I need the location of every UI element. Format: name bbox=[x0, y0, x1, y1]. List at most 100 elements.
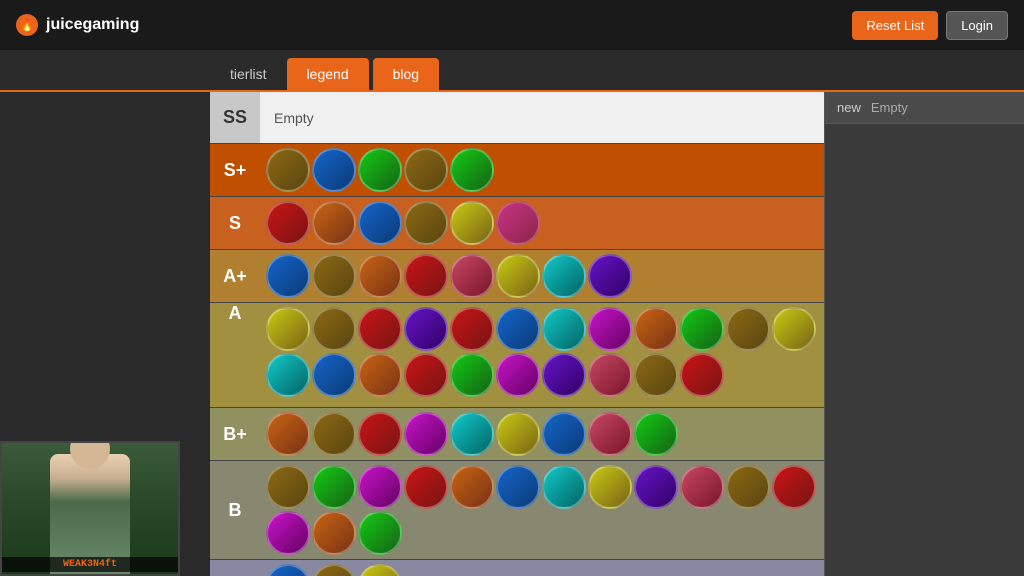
avatar bbox=[542, 254, 586, 298]
avatar bbox=[358, 564, 402, 576]
avatar bbox=[266, 353, 310, 397]
tier-content-s[interactable] bbox=[260, 197, 824, 249]
header: 🔥 juicegaming Reset List Login bbox=[0, 0, 1024, 50]
avatar bbox=[266, 511, 310, 555]
tier-row-ss: SS Empty bbox=[210, 92, 824, 144]
avatar bbox=[404, 148, 448, 192]
avatar bbox=[680, 353, 724, 397]
avatar bbox=[450, 353, 494, 397]
avatar bbox=[358, 511, 402, 555]
avatar bbox=[588, 353, 632, 397]
avatar bbox=[358, 465, 402, 509]
avatar bbox=[266, 564, 310, 576]
side-panel: new Empty bbox=[824, 92, 1024, 576]
avatar bbox=[450, 148, 494, 192]
avatar bbox=[634, 412, 678, 456]
tab-tierlist[interactable]: tierlist bbox=[210, 58, 287, 90]
webcam-overlay: WEAK3N4ft bbox=[0, 441, 180, 576]
tier-label-a: A bbox=[210, 303, 260, 324]
avatar bbox=[312, 254, 356, 298]
avatar bbox=[772, 307, 816, 351]
avatar bbox=[634, 307, 678, 351]
avatar bbox=[588, 465, 632, 509]
avatar bbox=[588, 412, 632, 456]
avatar bbox=[450, 254, 494, 298]
tier-row-b: B bbox=[210, 461, 824, 560]
avatar bbox=[680, 465, 724, 509]
tier-content-aplus[interactable] bbox=[260, 250, 824, 302]
ss-empty-text: Empty bbox=[266, 106, 322, 130]
tier-label-b: B bbox=[210, 461, 260, 559]
avatar bbox=[634, 353, 678, 397]
avatar bbox=[358, 201, 402, 245]
avatar bbox=[266, 465, 310, 509]
avatar bbox=[266, 412, 310, 456]
avatar bbox=[358, 254, 402, 298]
tier-label-ss: SS bbox=[210, 92, 260, 143]
avatar bbox=[634, 465, 678, 509]
avatar bbox=[496, 254, 540, 298]
tier-row-a: A bbox=[210, 303, 824, 408]
avatar bbox=[404, 465, 448, 509]
webcam-video: WEAK3N4ft bbox=[2, 443, 178, 574]
tier-content-b[interactable] bbox=[260, 461, 824, 559]
tier-row-bplus: B+ bbox=[210, 408, 824, 461]
logo: 🔥 juicegaming bbox=[16, 14, 139, 36]
login-button[interactable]: Login bbox=[946, 11, 1008, 40]
avatar bbox=[266, 254, 310, 298]
avatar bbox=[588, 307, 632, 351]
tier-content-c[interactable] bbox=[260, 560, 824, 576]
avatar bbox=[496, 412, 540, 456]
avatar bbox=[312, 148, 356, 192]
tier-content-splus[interactable] bbox=[260, 144, 824, 196]
avatar bbox=[312, 511, 356, 555]
tier-label-s: S bbox=[210, 197, 260, 249]
tier-row-splus: S+ bbox=[210, 144, 824, 197]
avatar bbox=[266, 307, 310, 351]
logo-text: juicegaming bbox=[46, 16, 139, 34]
avatar bbox=[542, 465, 586, 509]
tier-content-a[interactable] bbox=[260, 303, 824, 403]
avatar bbox=[726, 307, 770, 351]
avatar bbox=[312, 201, 356, 245]
nav-tabs: tierlist legend blog bbox=[0, 50, 1024, 92]
avatar bbox=[358, 412, 402, 456]
avatar bbox=[542, 412, 586, 456]
avatar bbox=[404, 307, 448, 351]
side-panel-content bbox=[825, 124, 1024, 140]
tier-label-c: C bbox=[210, 560, 260, 576]
avatar bbox=[680, 307, 724, 351]
avatar bbox=[312, 412, 356, 456]
webcam-person-head bbox=[70, 441, 110, 469]
avatar bbox=[266, 201, 310, 245]
avatar bbox=[588, 254, 632, 298]
tier-label-splus: S+ bbox=[210, 144, 260, 196]
avatar bbox=[542, 307, 586, 351]
avatar bbox=[496, 201, 540, 245]
avatar bbox=[358, 353, 402, 397]
avatar bbox=[496, 353, 540, 397]
tier-content-ss[interactable]: Empty bbox=[260, 92, 824, 143]
tab-legend[interactable]: legend bbox=[287, 58, 369, 90]
reset-list-button[interactable]: Reset List bbox=[852, 11, 938, 40]
avatar bbox=[404, 353, 448, 397]
tier-label-aplus: A+ bbox=[210, 250, 260, 302]
tab-blog[interactable]: blog bbox=[373, 58, 439, 90]
avatar bbox=[772, 465, 816, 509]
avatar bbox=[404, 254, 448, 298]
avatar bbox=[404, 201, 448, 245]
tier-row-s: S bbox=[210, 197, 824, 250]
side-new-label: new bbox=[837, 100, 861, 115]
tier-row-c: C bbox=[210, 560, 824, 576]
avatar bbox=[312, 353, 356, 397]
webcam-username: WEAK3N4ft bbox=[2, 557, 178, 572]
avatar bbox=[496, 307, 540, 351]
tier-content-bplus[interactable] bbox=[260, 408, 824, 460]
avatar bbox=[358, 148, 402, 192]
avatar bbox=[726, 465, 770, 509]
avatar bbox=[450, 465, 494, 509]
avatar bbox=[404, 412, 448, 456]
avatar bbox=[312, 465, 356, 509]
tier-label-bplus: B+ bbox=[210, 408, 260, 460]
avatar bbox=[450, 412, 494, 456]
